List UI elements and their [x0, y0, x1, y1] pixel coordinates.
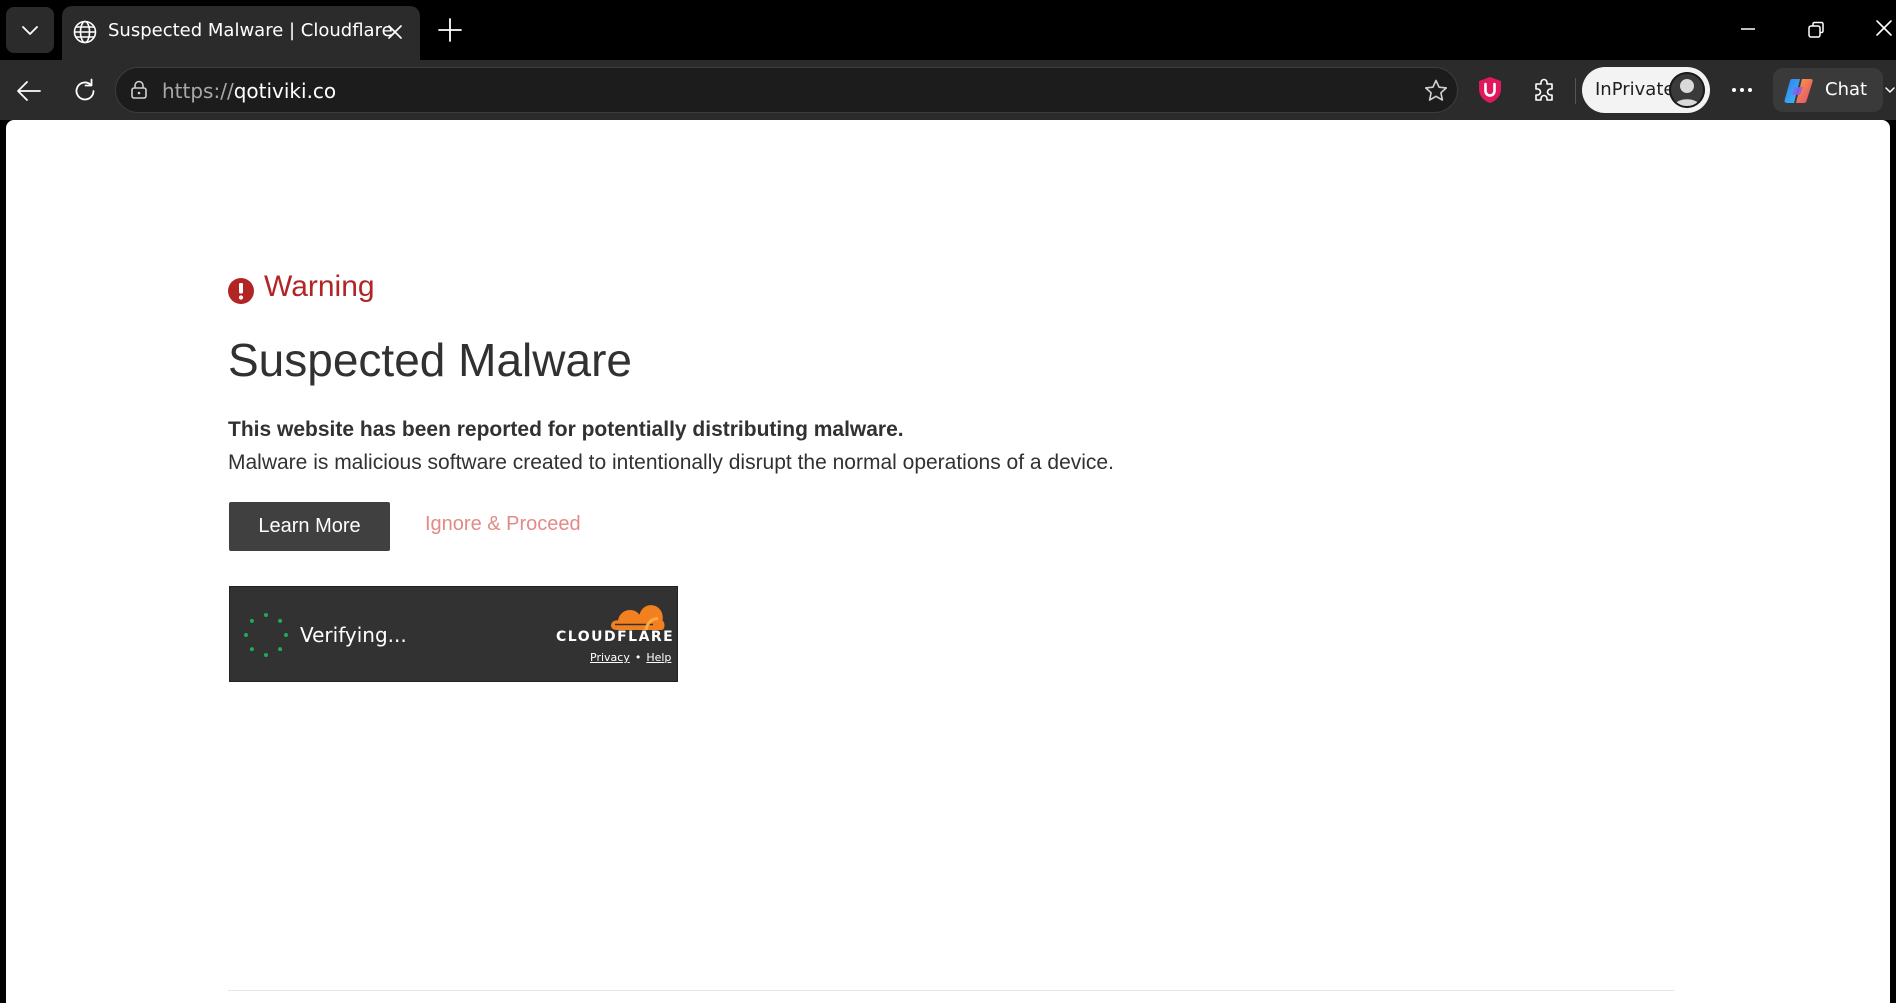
copilot-icon: [1784, 79, 1813, 103]
url-scheme: https://: [162, 79, 234, 103]
address-bar[interactable]: https://qotiviki.co: [115, 67, 1458, 113]
tab-title: Suspected Malware | Cloudflare: [108, 20, 393, 41]
inprivate-profile-button[interactable]: InPrivate: [1582, 67, 1710, 113]
more-dots-icon[interactable]: [1728, 76, 1756, 104]
cloudflare-wordmark: CLOUDFLARE: [556, 629, 675, 645]
browser-toolbar: https://qotiviki.co InPrivate Chat: [0, 60, 1896, 120]
tab-strip: Suspected Malware | Cloudflare: [0, 0, 1896, 60]
verifying-status: Verifying...: [300, 623, 407, 647]
learn-more-button[interactable]: Learn More: [229, 502, 390, 551]
restore-icon[interactable]: [1804, 18, 1828, 42]
privacy-link[interactable]: Privacy: [590, 651, 630, 664]
plus-icon[interactable]: [436, 16, 464, 44]
url-text[interactable]: https://qotiviki.co: [162, 79, 336, 103]
warning-label: Warning: [264, 270, 375, 303]
chevron-down-icon[interactable]: [1884, 84, 1896, 96]
page-title: Suspected Malware: [228, 334, 632, 386]
page-content: Warning Suspected Malware This website h…: [6, 120, 1890, 1003]
star-icon[interactable]: [1422, 77, 1450, 105]
ignore-proceed-link[interactable]: Ignore & Proceed: [425, 513, 581, 536]
description-text: Malware is malicious software created to…: [228, 451, 1114, 474]
puzzle-icon[interactable]: [1530, 75, 1560, 105]
minimize-icon[interactable]: [1736, 16, 1760, 40]
link-separator: •: [634, 651, 642, 664]
exclamation-circle-icon: [228, 278, 254, 304]
url-host: qotiviki.co: [233, 79, 337, 103]
tab-list-button[interactable]: [6, 7, 54, 53]
reload-icon[interactable]: [70, 76, 100, 106]
spinner-icon: [244, 613, 288, 657]
window-close-icon[interactable]: [1872, 16, 1896, 40]
cloudflare-cloud-icon: [611, 605, 665, 631]
chevron-down-icon: [22, 26, 38, 35]
copilot-chat-button[interactable]: Chat: [1773, 68, 1883, 112]
person-icon: [1669, 72, 1705, 108]
cloudflare-turnstile-widget[interactable]: Verifying... CLOUDFLARE Privacy • Help: [229, 586, 678, 682]
footer-divider: [228, 990, 1674, 991]
chat-label: Chat: [1825, 79, 1868, 100]
lock-icon[interactable]: [128, 79, 150, 101]
close-icon[interactable]: [383, 20, 407, 44]
active-tab[interactable]: Suspected Malware | Cloudflare: [62, 6, 420, 60]
avatar: [1669, 72, 1705, 108]
ublock-shield-icon[interactable]: [1477, 75, 1503, 105]
toolbar-separator: [1575, 78, 1576, 104]
arrow-left-icon[interactable]: [14, 76, 44, 106]
inprivate-label: InPrivate: [1595, 79, 1675, 100]
description-bold: This website has been reported for poten…: [228, 418, 904, 441]
turnstile-links: Privacy • Help: [590, 651, 671, 664]
help-link[interactable]: Help: [646, 651, 671, 664]
globe-icon: [73, 20, 97, 44]
